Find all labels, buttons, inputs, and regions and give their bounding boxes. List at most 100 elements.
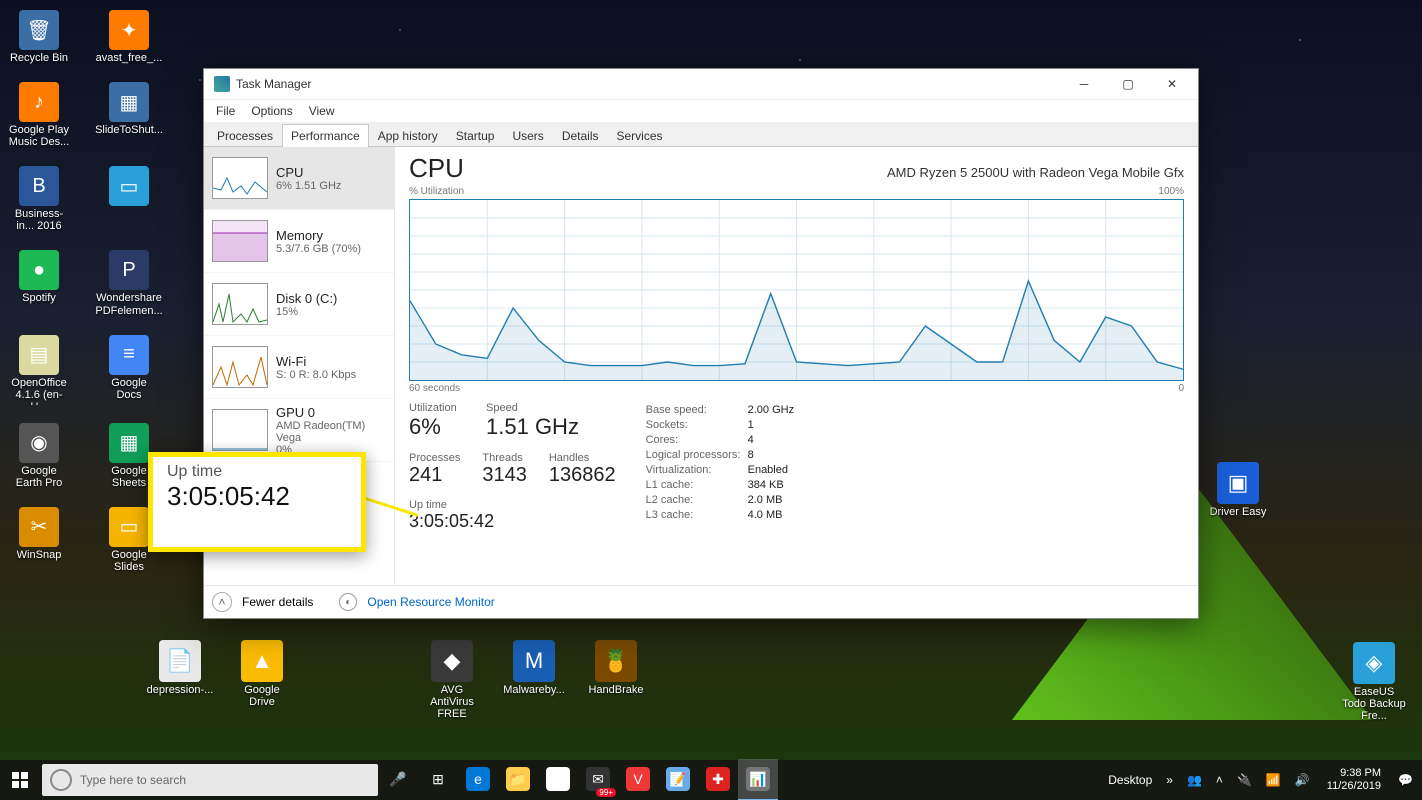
- icon-label: avast_free_...: [96, 52, 163, 64]
- search-box[interactable]: Type here to search: [42, 764, 378, 796]
- menu-view[interactable]: View: [303, 102, 341, 120]
- explorer-icon[interactable]: 📁: [498, 759, 538, 799]
- desktop-icon[interactable]: ▲Google Drive: [230, 640, 294, 708]
- desktop-icon[interactable]: BBusiness-in... 2016: [8, 166, 70, 232]
- tab-users[interactable]: Users: [503, 124, 552, 147]
- titlebar[interactable]: Task Manager ─ ▢ ✕: [204, 69, 1198, 100]
- spec-label: L1 cache:: [646, 479, 748, 491]
- icon-label: Recycle Bin: [10, 52, 68, 64]
- taskmgr-icon[interactable]: 📊: [738, 759, 778, 800]
- cpu-thumb: [212, 157, 268, 199]
- stat-value: 241: [409, 464, 460, 487]
- chart-ymax: 100%: [1158, 186, 1184, 197]
- sidebar-mem[interactable]: Memory5.3/7.6 GB (70%): [204, 210, 394, 273]
- sidebar-item-name: GPU 0: [276, 405, 386, 420]
- task-view-icon[interactable]: ⊞: [418, 759, 458, 799]
- mem-thumb: [212, 220, 268, 262]
- open-resource-monitor-link[interactable]: Open Resource Monitor: [367, 595, 494, 609]
- mic-icon[interactable]: 🎤: [378, 759, 418, 799]
- tab-processes[interactable]: Processes: [208, 124, 282, 147]
- clock-time: 9:38 PM: [1327, 767, 1381, 780]
- icon-glyph: ♪: [19, 82, 59, 122]
- stat-label: Processes: [409, 452, 460, 464]
- tab-services[interactable]: Services: [608, 124, 672, 147]
- spec-label: Cores:: [646, 434, 748, 446]
- desktop-icon[interactable]: 🍍HandBrake: [584, 640, 648, 720]
- desktop-icon[interactable]: 📄depression-...: [148, 640, 212, 708]
- menu-file[interactable]: File: [210, 102, 241, 120]
- desktop-icon[interactable]: ♪Google Play Music Des...: [8, 82, 70, 148]
- sidebar-item-sub: AMD Radeon(TM) Vega: [276, 420, 386, 444]
- icon-glyph: 🍍: [595, 640, 637, 682]
- clock[interactable]: 9:38 PM 11/26/2019: [1319, 767, 1389, 793]
- stat-label: Speed: [486, 402, 586, 414]
- people-icon[interactable]: 👥: [1182, 773, 1207, 787]
- tab-app-history[interactable]: App history: [369, 124, 447, 147]
- menu-options[interactable]: Options: [245, 102, 298, 120]
- desktop-toolbar-label[interactable]: Desktop: [1103, 773, 1157, 787]
- desktop-icon[interactable]: ▭: [98, 166, 160, 232]
- desktop-icon[interactable]: ▤OpenOffice 4.1.6 (en-U...: [8, 335, 70, 405]
- icon-glyph: ●: [19, 250, 59, 290]
- minimize-button[interactable]: ─: [1062, 70, 1106, 98]
- vivaldi-icon[interactable]: V: [618, 759, 658, 799]
- desktop-icon[interactable]: ≡Google Docs: [98, 335, 160, 405]
- puzzle-icon[interactable]: ✚: [698, 759, 738, 799]
- desktop-icon[interactable]: ◉Google Earth Pro: [8, 423, 70, 489]
- wifi-tray-icon[interactable]: 📶: [1261, 773, 1286, 787]
- tab-strip: ProcessesPerformanceApp historyStartupUs…: [204, 122, 1198, 147]
- taskbar-glyph: V: [626, 767, 650, 791]
- icon-label: Driver Easy: [1210, 506, 1267, 518]
- icon-glyph: P: [109, 250, 149, 290]
- notes-icon[interactable]: 📝: [658, 759, 698, 799]
- maximize-button[interactable]: ▢: [1106, 70, 1150, 98]
- store-icon[interactable]: 🛍: [538, 759, 578, 799]
- desktop-icon[interactable]: MMalwareby...: [502, 640, 566, 720]
- spec-label: Sockets:: [646, 419, 748, 431]
- desktop-icon[interactable]: ▦SlideToShut...: [98, 82, 160, 148]
- desktop-icon[interactable]: ◆AVG AntiVirus FREE: [420, 640, 484, 720]
- desktop-icon[interactable]: ●Spotify: [8, 250, 70, 316]
- power-icon[interactable]: 🔌: [1232, 773, 1257, 787]
- window-title: Task Manager: [236, 77, 1062, 91]
- volume-icon[interactable]: 🔊: [1290, 773, 1315, 787]
- sidebar-disk[interactable]: Disk 0 (C:)15%: [204, 273, 394, 336]
- icon-glyph: ▭: [109, 507, 149, 547]
- sidebar-wifi[interactable]: Wi-FiS: 0 R: 8.0 Kbps: [204, 336, 394, 399]
- cpu-model: AMD Ryzen 5 2500U with Radeon Vega Mobil…: [887, 165, 1184, 180]
- edge-icon[interactable]: e: [458, 759, 498, 799]
- cpu-chart[interactable]: [409, 199, 1184, 381]
- desktop-icon[interactable]: ◈EaseUS Todo Backup Fre...: [1342, 642, 1406, 722]
- sidebar-cpu[interactable]: CPU6% 1.51 GHz: [204, 147, 394, 210]
- desktop-icon[interactable]: ▣Driver Easy: [1206, 462, 1270, 518]
- icon-label: WinSnap: [17, 549, 62, 561]
- fewer-details-link[interactable]: Fewer details: [242, 595, 313, 609]
- desktop-icon[interactable]: PWondershare PDFelemen...: [98, 250, 160, 316]
- stat-value: 6%: [409, 414, 464, 440]
- desktop-icon[interactable]: ✦avast_free_...: [98, 10, 160, 64]
- desktop-icon[interactable]: 🗑Recycle Bin: [8, 10, 70, 64]
- icon-glyph: ◈: [1353, 642, 1395, 684]
- desktop: 🗑Recycle Bin ✦avast_free_... ♪Google Play …: [0, 0, 1422, 800]
- toolbar-chevron-icon[interactable]: »: [1161, 773, 1178, 787]
- tab-performance[interactable]: Performance: [282, 124, 369, 147]
- app-icon: [214, 76, 230, 92]
- spec-value: 384 KB: [748, 479, 784, 491]
- start-button[interactable]: [0, 760, 40, 800]
- spec-label: Virtualization:: [646, 464, 748, 476]
- fewer-details-icon[interactable]: ˄: [212, 592, 232, 612]
- stat-value: 3143: [482, 464, 527, 487]
- icon-label: Google Docs: [98, 377, 160, 401]
- chart-xmin: 0: [1178, 383, 1184, 394]
- icon-label: Google Play Music Des...: [8, 124, 70, 148]
- tray-chevron-up-icon[interactable]: ˄: [1211, 773, 1228, 787]
- action-center-icon[interactable]: 💬: [1393, 773, 1418, 787]
- tab-startup[interactable]: Startup: [447, 124, 504, 147]
- close-button[interactable]: ✕: [1150, 70, 1194, 98]
- spec-label: L2 cache:: [646, 494, 748, 506]
- mail-icon[interactable]: ✉99+: [578, 759, 618, 799]
- icon-glyph: ▤: [19, 335, 59, 375]
- desktop-icon[interactable]: ✂WinSnap: [8, 507, 70, 573]
- tab-details[interactable]: Details: [553, 124, 608, 147]
- gpu-thumb: [212, 409, 268, 451]
